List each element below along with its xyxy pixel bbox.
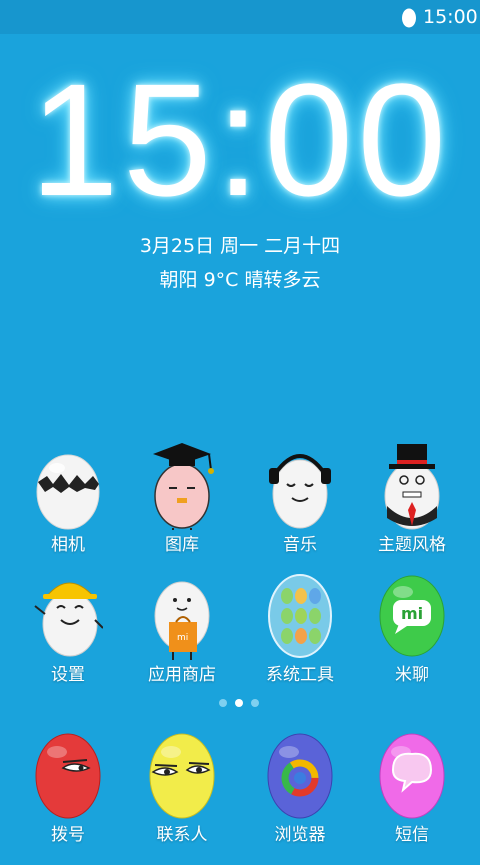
status-time: 15:00 <box>423 6 478 28</box>
app-settings[interactable]: 设置 <box>8 570 128 705</box>
svg-text:mi: mi <box>401 604 423 623</box>
app-mitalk[interactable]: mi 米聊 <box>352 570 472 705</box>
page-dot <box>251 699 259 707</box>
app-label: 浏览器 <box>274 825 326 845</box>
shopping-egg-store-icon: mi <box>154 581 210 660</box>
egg-icon <box>402 8 416 28</box>
gentleman-egg-theme-icon <box>384 444 440 530</box>
dock: 拨号 联系人 浏览器 短信 <box>0 720 480 853</box>
app-music[interactable]: 音乐 <box>240 440 360 575</box>
app-camera[interactable]: 相机 <box>8 440 128 575</box>
dock-contacts[interactable]: 联系人 <box>122 730 242 865</box>
mitalk-egg-icon: mi <box>379 575 445 657</box>
app-label: 设置 <box>51 665 85 685</box>
red-egg-phone-icon <box>35 733 101 819</box>
headphones-egg-music-icon <box>269 454 331 529</box>
blue-egg-browser-icon <box>267 733 333 819</box>
app-label: 短信 <box>395 825 429 845</box>
app-label: 拨号 <box>51 825 85 845</box>
worker-egg-settings-icon <box>34 582 103 657</box>
app-store[interactable]: mi 应用商店 <box>122 570 242 705</box>
cracked-egg-camera-icon <box>36 454 100 530</box>
dock-dialer[interactable]: 拨号 <box>8 730 128 865</box>
app-label: 系统工具 <box>266 665 334 685</box>
app-label: 音乐 <box>283 535 317 555</box>
app-system-tools[interactable]: 系统工具 <box>240 570 360 705</box>
app-label: 应用商店 <box>148 665 216 685</box>
graduate-egg-gallery-icon <box>153 443 214 530</box>
page-indicator <box>0 699 480 709</box>
pink-egg-sms-icon <box>379 733 445 819</box>
yellow-egg-contacts-icon <box>149 733 215 819</box>
svg-text:mi: mi <box>177 633 188 643</box>
dock-sms[interactable]: 短信 <box>352 730 472 865</box>
app-theme[interactable]: 主题风格 <box>352 440 472 575</box>
app-label: 图库 <box>165 535 199 555</box>
page-dot-active <box>235 699 243 707</box>
app-gallery[interactable]: 图库 <box>122 440 242 575</box>
tools-folder-icon <box>268 574 332 658</box>
clock-widget[interactable]: 15:00 <box>0 60 480 220</box>
weather-text[interactable]: 朝阳 9°C 晴转多云 <box>0 268 480 292</box>
app-label: 米聊 <box>395 665 429 685</box>
page-dot <box>219 699 227 707</box>
app-label: 联系人 <box>156 825 208 845</box>
app-label: 相机 <box>51 535 85 555</box>
date-text: 3月25日 周一 二月十四 <box>139 235 341 257</box>
dock-browser[interactable]: 浏览器 <box>240 730 360 865</box>
status-bar: 15:00 <box>0 0 480 34</box>
app-label: 主题风格 <box>378 535 446 555</box>
